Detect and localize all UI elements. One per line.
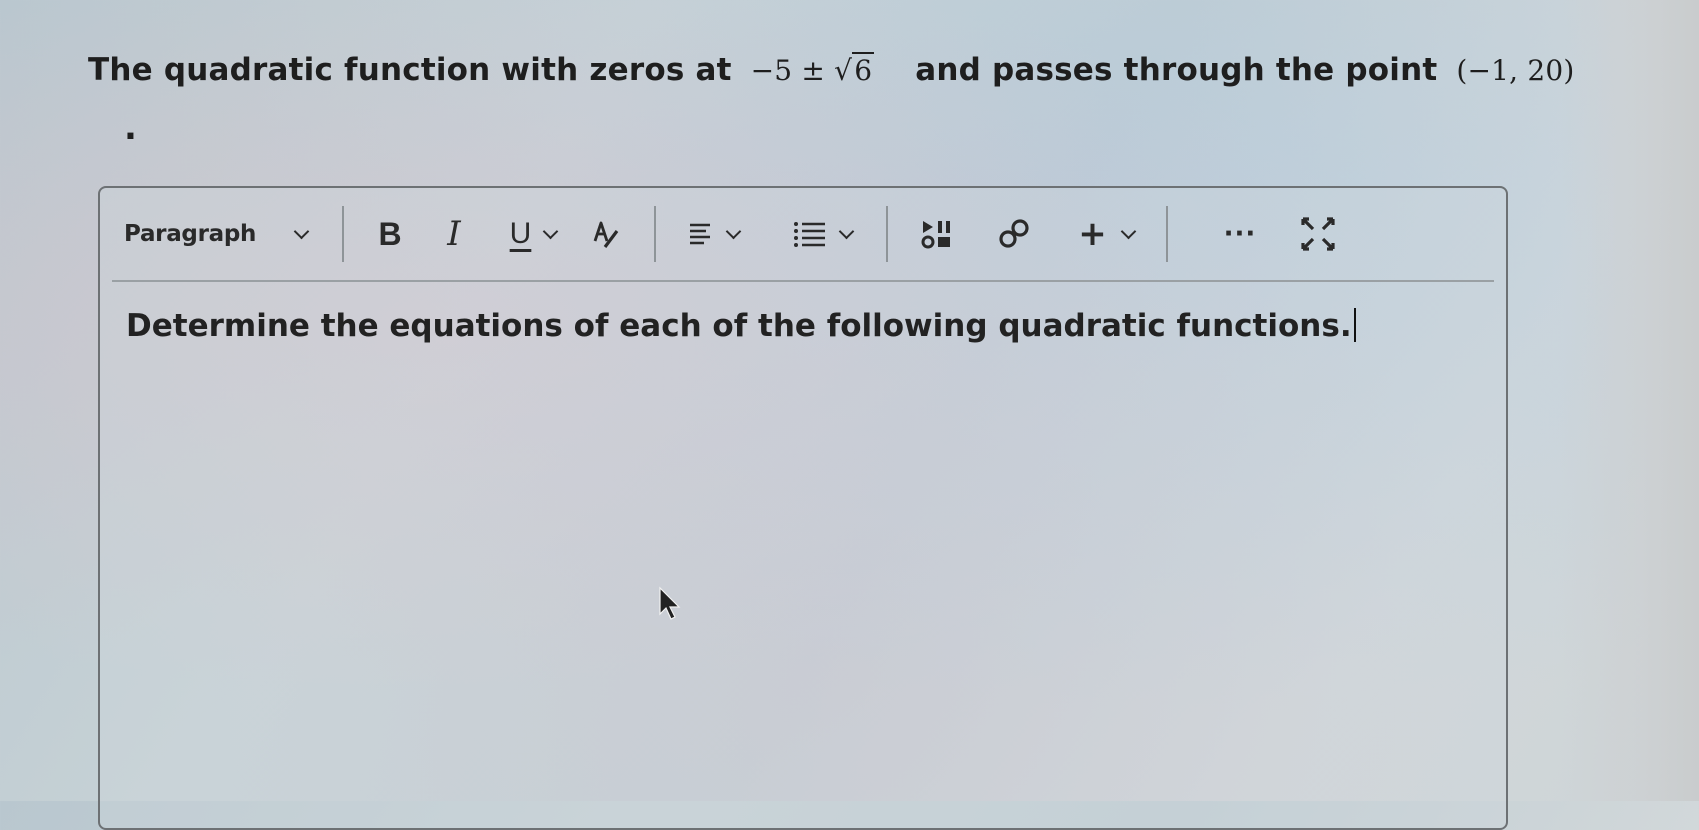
bold-icon: B — [378, 215, 402, 252]
plus-icon: + — [1078, 214, 1107, 254]
link-icon — [999, 219, 1029, 248]
italic-icon: I — [447, 214, 461, 254]
toolbar-separator — [342, 206, 344, 262]
fullscreen-icon — [1301, 217, 1335, 251]
underline-icon: U — [509, 217, 532, 250]
question-period: . — [124, 108, 137, 148]
more-icon: ··· — [1223, 219, 1257, 249]
mouse-pointer-icon — [659, 586, 681, 620]
list-icon — [793, 222, 825, 247]
toolbar-separator — [886, 206, 888, 262]
text-color-icon — [593, 221, 619, 248]
question-text: The quadratic function with zeros at −5 … — [88, 52, 1648, 88]
chevron-down-icon — [543, 223, 559, 239]
insert-dropdown[interactable]: + — [1060, 204, 1152, 264]
more-options-button[interactable]: ··· — [1198, 204, 1282, 264]
bold-button[interactable]: B — [362, 204, 418, 264]
text-color-button[interactable] — [576, 204, 636, 264]
screen-edge — [1559, 0, 1699, 801]
question-prefix: The quadratic function with zeros at — [88, 52, 732, 88]
point-expression: (−1, 20) — [1456, 54, 1575, 87]
chevron-down-icon — [293, 223, 310, 239]
align-dropdown[interactable] — [674, 204, 752, 264]
zeros-lead: −5 ± — [750, 54, 835, 87]
editor-toolbar: Paragraph B I U + ··· — [112, 188, 1494, 282]
text-caret — [1353, 308, 1356, 342]
editor-text: Determine the equations of each of the f… — [126, 308, 1352, 344]
toolbar-separator — [1166, 206, 1168, 262]
media-icon — [921, 221, 950, 249]
fullscreen-button[interactable] — [1288, 204, 1348, 264]
toolbar-separator — [654, 206, 656, 262]
zeros-radicand: 6 — [852, 52, 875, 87]
insert-link-button[interactable] — [968, 204, 1060, 264]
align-icon — [689, 223, 710, 245]
block-format-dropdown[interactable]: Paragraph — [112, 204, 324, 264]
underline-button[interactable]: U — [490, 204, 576, 264]
list-dropdown[interactable] — [776, 204, 868, 264]
sqrt-sign: √ — [834, 54, 853, 87]
chevron-down-icon — [725, 223, 741, 239]
insert-media-button[interactable] — [906, 204, 968, 264]
italic-button[interactable]: I — [418, 204, 490, 264]
chevron-down-icon — [838, 223, 854, 239]
editor-content[interactable]: Determine the equations of each of the f… — [126, 308, 1356, 344]
chevron-down-icon — [1120, 223, 1137, 239]
block-format-label: Paragraph — [124, 221, 257, 247]
question-middle: and passes through the point — [915, 52, 1438, 88]
zeros-expression: −5 ± √6 — [750, 52, 875, 87]
rich-text-editor[interactable]: Paragraph B I U + ··· Determine the equa… — [98, 186, 1508, 830]
